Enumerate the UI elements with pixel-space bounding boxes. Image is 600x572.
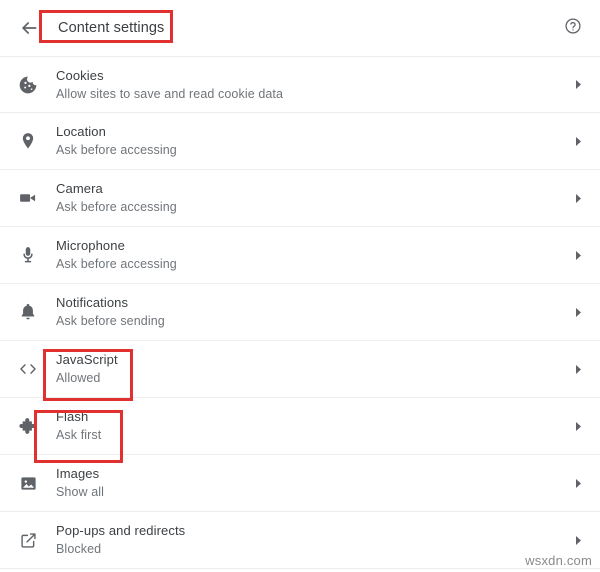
- setting-row-javascript[interactable]: JavaScript Allowed: [0, 341, 600, 398]
- setting-subtitle: Allow sites to save and read cookie data: [56, 86, 284, 101]
- setting-row-text: Location Ask before accessing: [56, 122, 562, 160]
- chevron-right-icon[interactable]: [562, 79, 584, 90]
- bell-icon: [0, 302, 56, 322]
- chevron-right-icon[interactable]: [562, 136, 584, 147]
- setting-row-text: Camera Ask before accessing: [56, 179, 562, 217]
- content-settings-page: Content settings Cookies Allow sites to …: [0, 0, 600, 572]
- chevron-right-icon[interactable]: [562, 421, 584, 432]
- setting-title: Notifications: [56, 295, 129, 310]
- setting-subtitle: Show all: [56, 485, 105, 499]
- setting-row-location[interactable]: Location Ask before accessing: [0, 113, 600, 170]
- help-button[interactable]: [560, 15, 586, 41]
- setting-row-popups[interactable]: Pop-ups and redirects Blocked: [0, 512, 600, 569]
- chevron-right-icon[interactable]: [562, 307, 584, 318]
- setting-row-text: JavaScript Allowed: [56, 350, 562, 388]
- setting-subtitle: Allowed: [56, 371, 101, 385]
- setting-row-text: Cookies Allow sites to save and read coo…: [56, 66, 562, 104]
- help-circle-icon: [564, 17, 582, 40]
- setting-title: JavaScript: [56, 352, 118, 367]
- setting-title: Cookies: [56, 67, 104, 83]
- setting-subtitle: Ask before accessing: [56, 257, 177, 271]
- image-icon: [0, 474, 56, 493]
- chevron-right-icon[interactable]: [562, 250, 584, 261]
- setting-row-text: Notifications Ask before sending: [56, 293, 562, 331]
- content-settings-list: Cookies Allow sites to save and read coo…: [0, 56, 600, 569]
- chevron-right-icon[interactable]: [562, 535, 584, 546]
- setting-row-notifications[interactable]: Notifications Ask before sending: [0, 284, 600, 341]
- setting-row-text: Flash Ask first: [56, 407, 562, 445]
- back-button[interactable]: [14, 13, 44, 43]
- setting-subtitle: Ask before sending: [56, 314, 165, 328]
- setting-title: Pop-ups and redirects: [56, 523, 186, 538]
- setting-row-text: Images Show all: [56, 464, 562, 502]
- page-title: Content settings: [58, 19, 165, 36]
- setting-title: Images: [56, 466, 100, 481]
- setting-subtitle: Ask before accessing: [56, 143, 177, 157]
- setting-row-microphone[interactable]: Microphone Ask before accessing: [0, 227, 600, 284]
- page-header: Content settings: [0, 0, 600, 56]
- chevron-right-icon[interactable]: [562, 364, 584, 375]
- setting-row-text: Pop-ups and redirects Blocked: [56, 521, 562, 559]
- external-link-icon: [0, 531, 56, 550]
- watermark: wsxdn.com: [525, 553, 592, 568]
- setting-subtitle: Blocked: [56, 542, 102, 556]
- code-brackets-icon: [0, 359, 56, 379]
- microphone-icon: [0, 245, 56, 265]
- setting-subtitle: Ask first: [56, 428, 102, 442]
- setting-row-flash[interactable]: Flash Ask first: [0, 398, 600, 455]
- puzzle-piece-icon: [0, 416, 56, 437]
- setting-title: Camera: [56, 181, 103, 196]
- cookie-icon: [0, 75, 56, 95]
- chevron-right-icon[interactable]: [562, 193, 584, 204]
- video-camera-icon: [0, 188, 56, 208]
- setting-row-camera[interactable]: Camera Ask before accessing: [0, 170, 600, 227]
- setting-row-cookies[interactable]: Cookies Allow sites to save and read coo…: [0, 56, 600, 113]
- setting-title: Microphone: [56, 238, 125, 253]
- setting-title: Flash: [56, 409, 89, 424]
- back-arrow-icon: [19, 18, 39, 38]
- setting-row-text: Microphone Ask before accessing: [56, 236, 562, 274]
- setting-subtitle: Ask before accessing: [56, 200, 177, 214]
- chevron-right-icon[interactable]: [562, 478, 584, 489]
- setting-title: Location: [56, 124, 106, 139]
- location-pin-icon: [0, 131, 56, 151]
- setting-row-images[interactable]: Images Show all: [0, 455, 600, 512]
